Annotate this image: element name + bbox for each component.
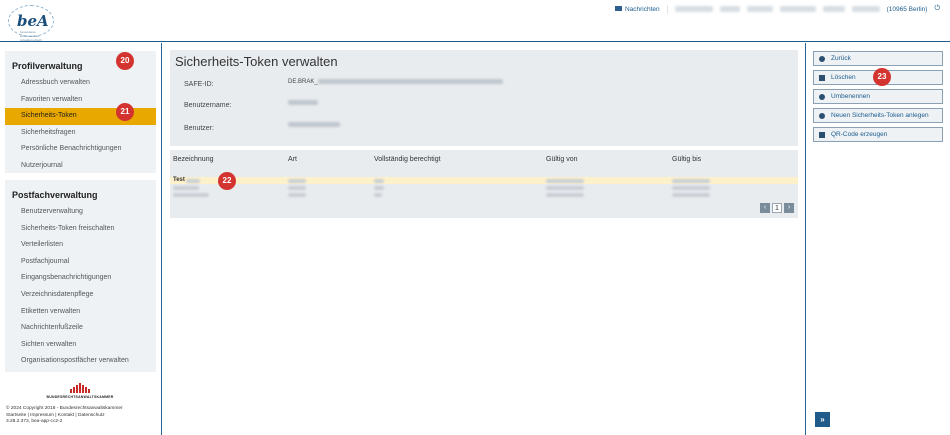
timezone-text: (10965 Berlin) <box>886 5 928 13</box>
messages-label: Nachrichten <box>624 5 660 13</box>
redacted-user <box>288 122 340 127</box>
envelope-icon <box>614 5 622 11</box>
col-header-berechtigt[interactable]: Vollständig berechtigt <box>374 156 441 163</box>
brak-bars-icon <box>40 383 120 393</box>
qr-code-button[interactable]: QR-Code erzeugen <box>813 127 943 142</box>
gear-icon <box>819 112 825 119</box>
col-header-art[interactable]: Art <box>288 156 297 163</box>
col-header-bezeichnung[interactable]: Bezeichnung <box>173 156 213 163</box>
version-text: 3.28.2.373, bea-app-cc2-2 <box>6 419 63 424</box>
main-content: Sicherheits-Token verwalten SAFE-ID: DE.… <box>170 50 798 218</box>
bea-logo[interactable]: beA besonderes elektronisches Anwaltspos… <box>8 5 54 42</box>
section-title-postfachverwaltung: Postfachverwaltung <box>12 190 98 200</box>
rename-label: Umbenennen <box>831 93 871 100</box>
top-navigation: Nachrichten (10965 Berlin) ⏻ <box>614 3 940 15</box>
qr-code-icon <box>819 131 825 138</box>
username-label: Benutzername: <box>184 102 232 109</box>
menu-item-sicherheitsfragen[interactable]: Sicherheitsfragen <box>5 125 156 142</box>
gear-icon <box>819 93 825 100</box>
menu-item-verteilerlisten[interactable]: Verteilerlisten <box>5 237 156 254</box>
table-row[interactable] <box>170 184 798 191</box>
annotation-badge-20: 20 <box>116 52 134 70</box>
menu-item-eingangsbenachrichtigungen[interactable]: Eingangsbenachrichtigungen <box>5 270 156 287</box>
pagination: ‹ 1 › <box>760 203 794 213</box>
safe-id-prefix: DE.BRAK_ <box>288 79 318 86</box>
copyright-text: © 2024 Copyright 2018 - Bundesrechtsanwa… <box>6 406 123 411</box>
col-header-gueltig-bis[interactable]: Gültig bis <box>672 156 701 163</box>
menu-item-token-freischalten[interactable]: Sicherheits-Token freischalten <box>5 221 156 238</box>
table-row[interactable] <box>170 191 798 198</box>
brak-logo: BUNDESRECHTSANWALTSKAMMER <box>40 383 120 399</box>
user-label: Benutzer: <box>184 125 214 132</box>
redacted-user-name <box>851 6 880 12</box>
token-info-panel: Sicherheits-Token verwalten SAFE-ID: DE.… <box>170 50 798 146</box>
next-page-button[interactable]: › <box>784 203 794 213</box>
new-token-label: Neuen Sicherheits-Token anlegen <box>831 112 929 119</box>
table-row[interactable]: Test <box>170 177 798 184</box>
annotation-badge-23: 23 <box>873 68 891 86</box>
menu-item-postfachjournal[interactable]: Postfachjournal <box>5 254 156 271</box>
qr-code-label: QR-Code erzeugen <box>831 131 888 138</box>
back-label: Zurück <box>831 55 851 62</box>
menu-item-organisationspostfaecher[interactable]: Organisationspostfächer verwalten <box>5 353 156 370</box>
safe-id-value: DE.BRAK_ <box>288 79 503 85</box>
col-header-gueltig-von[interactable]: Gültig von <box>546 156 578 163</box>
redacted-safe-id <box>317 79 503 84</box>
redacted-nav-item[interactable] <box>674 6 713 12</box>
redacted-nav-item[interactable] <box>746 6 773 12</box>
logo-tagline: besonderes elektronisches Anwaltspostfac… <box>20 30 42 42</box>
menu-item-adressbuch[interactable]: Adressbuch verwalten <box>5 75 156 92</box>
menu-item-benachrichtigungen[interactable]: Persönliche Benachrichtigungen <box>5 141 156 158</box>
redacted-nav-item[interactable] <box>719 6 740 12</box>
menu-item-verzeichnisdatenpflege[interactable]: Verzeichnisdatenpflege <box>5 287 156 304</box>
username-value <box>288 100 318 106</box>
menu-item-favoriten[interactable]: Favoriten verwalten <box>5 92 156 109</box>
menu-item-sichten[interactable]: Sichten verwalten <box>5 337 156 354</box>
prev-page-button[interactable]: ‹ <box>760 203 770 213</box>
mailbox-panel: Postfachverwaltung Benutzerverwaltung Si… <box>5 180 156 372</box>
left-sidebar: Profilverwaltung Adressbuch verwalten Fa… <box>0 43 162 435</box>
annotation-badge-22: 22 <box>218 172 236 190</box>
back-icon <box>819 55 825 62</box>
expand-panel-button[interactable]: » <box>815 412 830 427</box>
token-table: Bezeichnung Art Vollständig berechtigt G… <box>170 150 798 218</box>
safe-id-label: SAFE-ID: <box>184 81 214 88</box>
app-header: beA besonderes elektronisches Anwaltspos… <box>0 0 950 42</box>
redacted-nav-item[interactable] <box>779 6 816 12</box>
menu-item-nachrichtenfusszeile[interactable]: Nachrichtenfußzeile <box>5 320 156 337</box>
token-name: Test <box>173 177 185 183</box>
divider <box>666 4 668 14</box>
logo-text: beA <box>17 12 49 30</box>
user-value <box>288 122 340 128</box>
logout-power-icon[interactable]: ⏻ <box>934 5 940 13</box>
annotation-badge-21: 21 <box>116 103 134 121</box>
delete-label: Löschen <box>831 74 856 81</box>
menu-item-benutzerverwaltung[interactable]: Benutzerverwaltung <box>5 204 156 221</box>
new-token-button[interactable]: Neuen Sicherheits-Token anlegen <box>813 108 943 123</box>
rename-button[interactable]: Umbenennen <box>813 89 943 104</box>
brak-name: BUNDESRECHTSANWALTSKAMMER <box>46 395 114 399</box>
page-number[interactable]: 1 <box>772 203 782 213</box>
trash-icon <box>819 74 825 81</box>
right-action-bar: Zurück Löschen Umbenennen Neuen Sicherhe… <box>805 43 950 435</box>
messages-link[interactable]: Nachrichten <box>614 5 660 13</box>
menu-item-nutzerjournal[interactable]: Nutzerjournal <box>5 158 156 175</box>
page-title: Sicherheits-Token verwalten <box>175 54 338 69</box>
back-button[interactable]: Zurück <box>813 51 943 66</box>
redacted-username <box>288 100 318 105</box>
redacted-nav-item[interactable] <box>822 6 845 12</box>
menu-item-etiketten[interactable]: Etiketten verwalten <box>5 304 156 321</box>
footer: © 2024 Copyright 2018 - Bundesrechtsanwa… <box>6 406 123 426</box>
